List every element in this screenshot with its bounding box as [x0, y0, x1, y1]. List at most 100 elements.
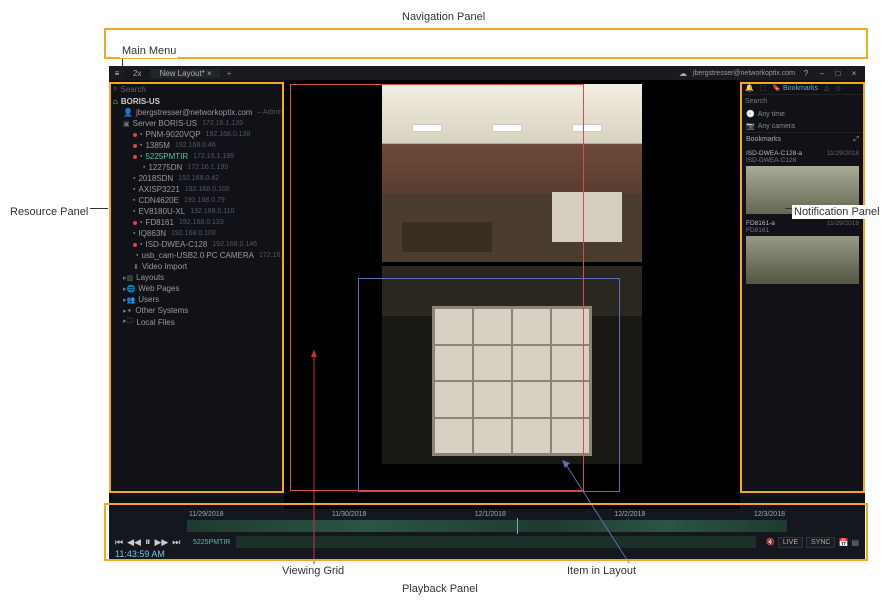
resource-panel: ⌕ Search ⌂ BORIS-US 👤 jbergstresser@netw…	[109, 80, 284, 509]
camera-node[interactable]: ▪usb_cam-USB2.0 PC CAMERA172.16.1.139	[113, 250, 280, 261]
camera-node[interactable]: ▪ISD-DWEA-C128192.168.0.146	[113, 239, 280, 250]
help-button[interactable]: ?	[801, 69, 811, 78]
notif-tab-motion[interactable]: ⬚	[760, 84, 767, 92]
camera-node[interactable]: ▪5225PMTIR172.16.1.199	[113, 151, 280, 162]
camera-icon: ▪	[143, 164, 145, 171]
tab-layout-label: New Layout* ×	[159, 69, 211, 78]
prev-chunk-button[interactable]: ⏮	[115, 537, 123, 548]
anno-nav-panel: Navigation Panel	[400, 10, 487, 24]
recording-icon	[133, 133, 137, 137]
viewing-grid[interactable]	[284, 80, 740, 509]
expand-icon[interactable]: ⤢	[853, 136, 859, 144]
notif-tab-events[interactable]: △	[824, 84, 829, 92]
filter-camera[interactable]: 📷Any camera	[742, 120, 863, 132]
camera-node[interactable]: ▪FD8161192.168.0.133	[113, 217, 280, 228]
camera-icon: ▪	[140, 142, 142, 149]
folder-users[interactable]: ▸👥Users	[113, 294, 280, 305]
volume-icon[interactable]: 🔇	[766, 538, 775, 546]
server-icon: ▣	[123, 120, 130, 128]
tab-add-button[interactable]: +	[222, 69, 237, 78]
thumbnails-icon[interactable]: ▤	[851, 538, 859, 547]
play-pause-button[interactable]: ⏸	[145, 536, 151, 549]
maximize-button[interactable]: □	[833, 69, 843, 78]
camera-node[interactable]: ▪CDN4620E192.168.0.79	[113, 195, 280, 206]
system-label: BORIS-US	[121, 97, 160, 106]
main-menu-button[interactable]: ≡	[109, 69, 125, 78]
playback-panel: 11/29/2018 11/30/2018 12/1/2018 12/2/201…	[109, 509, 865, 561]
camera-icon: ▪	[140, 219, 142, 226]
camera-icon: ▪	[133, 230, 135, 237]
notif-tabs: 🔔 ⬚ 🔖 Bookmarks △ ◇	[742, 82, 863, 95]
folder-icon: ▸🗀	[123, 317, 134, 328]
notif-tab-bell[interactable]: 🔔	[745, 84, 754, 92]
camera-node[interactable]: ▪AXISP3221192.168.0.100	[113, 184, 280, 195]
notif-tab-bookmarks[interactable]: 🔖 Bookmarks	[772, 84, 818, 92]
sync-button[interactable]: SYNC	[806, 537, 835, 548]
anno-resource: Resource Panel	[8, 205, 90, 219]
recording-icon	[133, 144, 137, 148]
folder-icon: ▸👥	[123, 296, 135, 304]
timeline[interactable]	[187, 520, 787, 532]
filter-time[interactable]: 🕘Any time	[742, 108, 863, 120]
resource-search[interactable]: ⌕ Search	[113, 82, 280, 96]
live-button[interactable]: LIVE	[778, 537, 803, 548]
user-label: jbergstresser@networkoptix.com	[136, 108, 253, 117]
anno-item: Item in Layout	[565, 564, 638, 578]
search-icon: ⌕	[113, 84, 117, 94]
camera-node[interactable]: ▪PNM-9020VQP192.168.0.138	[113, 129, 280, 140]
tab-layout[interactable]: New Layout* ×	[151, 69, 219, 78]
server-node[interactable]: ▣ Server BORIS-US 172.16.1.139	[113, 118, 280, 129]
layout-item-1[interactable]	[382, 84, 642, 262]
bookmark-item[interactable]: FD8161-a11/29/2018 FD8161	[742, 217, 863, 287]
layout-item-2[interactable]	[382, 266, 642, 464]
user-email[interactable]: jbergstresser@networkoptix.com	[693, 70, 795, 77]
cloud-icon[interactable]: ☁	[679, 69, 687, 78]
anno-main-menu: Main Menu	[120, 44, 178, 58]
timeline-dates: 11/29/2018 11/30/2018 12/1/2018 12/2/201…	[109, 509, 865, 520]
camera-icon: ▪	[140, 131, 142, 138]
camera-node[interactable]: ▪EV8180U-XL192.168.0.110	[113, 206, 280, 217]
anno-notif: Notification Panel	[792, 205, 882, 219]
camera-node[interactable]: ▪12275DN172.16.1.199	[113, 162, 280, 173]
system-node[interactable]: ⌂ BORIS-US	[113, 96, 280, 107]
folder-local-files[interactable]: ▸🗀Local Files	[113, 316, 280, 329]
recording-icon	[133, 221, 137, 225]
notification-panel: 🔔 ⬚ 🔖 Bookmarks △ ◇ Search 🕘Any time 📷An…	[740, 80, 865, 509]
camera-icon: 📷	[746, 122, 755, 130]
playback-controls: ⏮ ◀◀ ⏸ ▶▶ ⏭	[109, 536, 187, 549]
rewind-button[interactable]: ◀◀	[127, 537, 141, 548]
folder-layouts[interactable]: ▸▥Layouts	[113, 272, 280, 283]
navigation-panel: ≡ 2x New Layout* × + ☁ jbergstresser@net…	[109, 66, 865, 80]
calendar-icon[interactable]: 📅	[838, 538, 848, 547]
recording-icon	[133, 243, 137, 247]
recording-icon	[133, 155, 137, 159]
current-time: 11:43:59 AM	[115, 549, 165, 559]
camera-node[interactable]: ▪IQ863N192.168.0.103	[113, 228, 280, 239]
close-button[interactable]: ×	[849, 69, 859, 78]
notif-tab-objects[interactable]: ◇	[835, 84, 840, 92]
camera-icon: ▪	[133, 208, 135, 215]
camera-icon: ▪	[133, 186, 135, 193]
notif-search[interactable]: Search	[742, 95, 863, 108]
forward-button[interactable]: ▶▶	[154, 537, 168, 548]
folder-other-systems[interactable]: ▸✦Other Systems	[113, 305, 280, 316]
video-import-node[interactable]: ⬇Video Import	[113, 261, 280, 272]
server-label: Server BORIS-US	[133, 119, 197, 128]
anno-box-nav	[104, 28, 868, 59]
camera-icon: ▪	[140, 241, 142, 248]
bookmark-thumbnail	[746, 236, 859, 284]
camera-node[interactable]: ▪2018SDN192.168.0.42	[113, 173, 280, 184]
tab-system[interactable]: 2x	[125, 69, 149, 78]
folder-webpages[interactable]: ▸🌐Web Pages	[113, 283, 280, 294]
camera-node[interactable]: ▪1385M192.168.0.46	[113, 140, 280, 151]
server-ip: 172.16.1.139	[202, 120, 243, 127]
minimize-button[interactable]: –	[817, 69, 827, 78]
user-node[interactable]: 👤 jbergstresser@networkoptix.com – Admin…	[113, 107, 280, 118]
next-chunk-button[interactable]: ⏭	[172, 537, 180, 548]
anno-playback: Playback Panel	[400, 582, 480, 596]
playhead[interactable]	[517, 518, 518, 534]
tab-system-label: 2x	[133, 69, 141, 78]
bookmark-section: Bookmarks ⤢	[742, 132, 863, 147]
clock-icon: 🕘	[746, 110, 755, 118]
folder-icon: ▸🌐	[123, 285, 135, 293]
